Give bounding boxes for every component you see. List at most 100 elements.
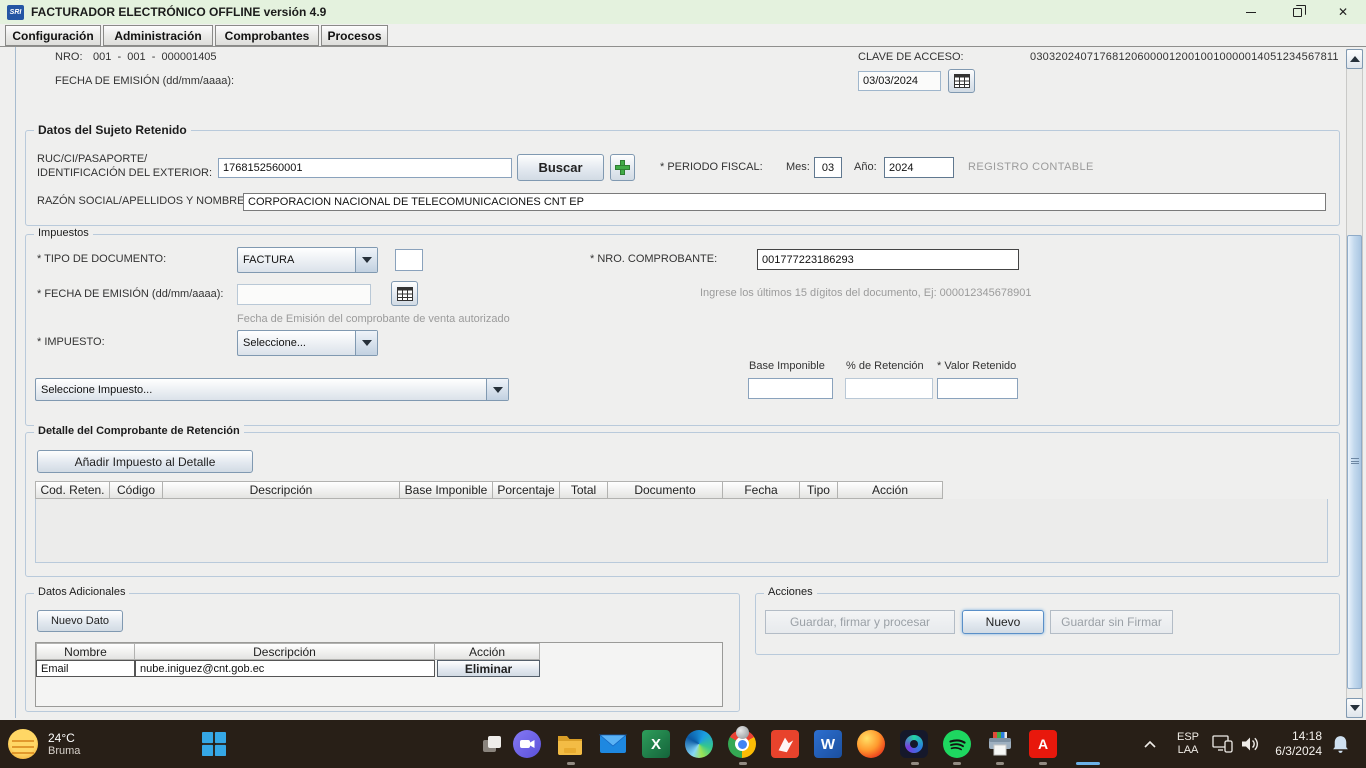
webex-icon bbox=[900, 730, 928, 758]
language-indicator[interactable]: ESP LAA bbox=[1170, 731, 1206, 757]
fecha-emision-impuesto-label: * FECHA DE EMISIÓN (dd/mm/aaaa): bbox=[37, 288, 223, 300]
base-imponible-input[interactable] bbox=[748, 378, 833, 399]
minimize-button[interactable] bbox=[1228, 0, 1274, 24]
column-header[interactable]: Fecha bbox=[723, 481, 800, 499]
fecha-emision-input[interactable]: 03/03/2024 bbox=[858, 71, 941, 91]
guardar-sin-firmar-button[interactable]: Guardar sin Firmar bbox=[1050, 610, 1173, 634]
task-view-button[interactable] bbox=[478, 730, 506, 758]
close-button[interactable]: ✕ bbox=[1320, 0, 1366, 24]
minimize-icon bbox=[1246, 12, 1256, 13]
excel-icon: X bbox=[642, 730, 670, 758]
plus-icon bbox=[615, 160, 630, 175]
razon-social-label: RAZÓN SOCIAL/APELLIDOS Y NOMBRES: bbox=[37, 195, 255, 207]
column-header[interactable]: Documento bbox=[608, 481, 723, 499]
printer-button[interactable] bbox=[986, 730, 1014, 758]
hint-fecha-emision: Fecha de Emisión del comprobante de vent… bbox=[237, 313, 510, 325]
anadir-impuesto-button[interactable]: Añadir Impuesto al Detalle bbox=[37, 450, 253, 473]
column-header[interactable]: Descripción bbox=[163, 481, 400, 499]
column-header[interactable]: Porcentaje bbox=[493, 481, 560, 499]
dato-descripcion-cell[interactable]: nube.iniguez@cnt.gob.ec bbox=[135, 660, 435, 677]
detalle-table-header: Cod. Reten. Código Descripción Base Impo… bbox=[35, 481, 1328, 499]
menu-procesos[interactable]: Procesos bbox=[321, 25, 388, 46]
acrobat-button[interactable]: A bbox=[1029, 730, 1057, 758]
file-explorer-button[interactable] bbox=[556, 730, 584, 758]
foxit-pdf-button[interactable] bbox=[771, 730, 799, 758]
nro-comprobante-input[interactable]: 001777223186293 bbox=[757, 249, 1019, 270]
menu-administracion[interactable]: Administración bbox=[103, 25, 213, 46]
mail-envelope-icon bbox=[599, 732, 627, 756]
column-header[interactable]: Nombre bbox=[36, 643, 135, 660]
guardar-firmar-procesar-button[interactable]: Guardar, firmar y procesar bbox=[765, 610, 955, 634]
scroll-down-button[interactable] bbox=[1346, 698, 1363, 718]
registro-contable-label: REGISTRO CONTABLE bbox=[968, 161, 1094, 173]
menu-configuracion[interactable]: Configuración bbox=[5, 25, 101, 46]
datos-adicionales-title: Datos Adicionales bbox=[34, 586, 129, 598]
chrome-button[interactable] bbox=[728, 730, 756, 758]
column-header[interactable]: Acción bbox=[435, 643, 540, 660]
nro-comprobante-label: * NRO. COMPROBANTE: bbox=[590, 253, 717, 265]
nuevo-button[interactable]: Nuevo bbox=[962, 610, 1044, 634]
buscar-button[interactable]: Buscar bbox=[517, 154, 604, 181]
documento-flag-box[interactable] bbox=[395, 249, 423, 271]
network-button[interactable] bbox=[1210, 733, 1236, 755]
column-header[interactable]: Acción bbox=[838, 481, 943, 499]
screen: SRI FACTURADOR ELECTRÓNICO OFFLINE versi… bbox=[0, 0, 1366, 768]
column-header[interactable]: Tipo bbox=[800, 481, 838, 499]
scrollbar-thumb[interactable] bbox=[1347, 235, 1362, 689]
nuevo-dato-button[interactable]: Nuevo Dato bbox=[37, 610, 123, 632]
column-header[interactable]: Descripción bbox=[135, 643, 435, 660]
chat-app-button[interactable] bbox=[513, 730, 541, 758]
notifications-button[interactable] bbox=[1328, 732, 1352, 756]
mail-app-button[interactable] bbox=[599, 732, 627, 756]
spotify-button[interactable] bbox=[943, 730, 971, 758]
impuesto-combo[interactable]: Seleccione... bbox=[237, 330, 378, 356]
eliminar-button[interactable]: Eliminar bbox=[437, 660, 540, 677]
impuestos-title: Impuestos bbox=[34, 227, 93, 239]
column-header[interactable]: Total bbox=[560, 481, 608, 499]
nro-value: 001 - 001 - 000001405 bbox=[93, 51, 217, 63]
excel-button[interactable]: X bbox=[642, 730, 670, 758]
weather-widget[interactable]: 24°C Bruma bbox=[8, 722, 188, 766]
ruc-input[interactable]: 1768152560001 bbox=[218, 158, 512, 178]
firefox-button[interactable] bbox=[857, 730, 885, 758]
mes-input[interactable]: 03 bbox=[814, 157, 842, 178]
add-sujeto-button[interactable] bbox=[610, 154, 635, 181]
edge-button[interactable] bbox=[685, 730, 713, 758]
clock-date: 6/3/2024 bbox=[1275, 744, 1322, 759]
word-icon: W bbox=[814, 730, 842, 758]
chevron-up-icon bbox=[1143, 739, 1157, 749]
word-button[interactable]: W bbox=[814, 730, 842, 758]
foxit-pdf-icon bbox=[771, 730, 799, 758]
hint-ultimos-digitos: Ingrese los últimos 15 dígitos del docum… bbox=[700, 287, 1031, 299]
taskbar: 24°C Bruma Búsqueda bbox=[0, 720, 1366, 768]
firefox-icon bbox=[857, 730, 885, 758]
column-header[interactable]: Base Imponible bbox=[400, 481, 493, 499]
anio-input[interactable]: 2024 bbox=[884, 157, 954, 178]
calendar-button-header[interactable] bbox=[948, 69, 975, 93]
calendar-button-impuesto[interactable] bbox=[391, 281, 418, 306]
menu-comprobantes[interactable]: Comprobantes bbox=[215, 25, 319, 46]
tipo-documento-combo[interactable]: FACTURA bbox=[237, 247, 378, 273]
porcentaje-retencion-input[interactable] bbox=[845, 378, 933, 399]
lang-line1: ESP bbox=[1177, 731, 1199, 744]
windows-logo-icon bbox=[202, 732, 226, 756]
clock-widget[interactable]: 14:18 6/3/2024 bbox=[1262, 729, 1322, 759]
anio-label: Año: bbox=[854, 161, 877, 173]
running-indicator bbox=[1039, 762, 1047, 765]
running-indicator bbox=[953, 762, 961, 765]
razon-social-input[interactable]: CORPORACION NACIONAL DE TELECOMUNICACION… bbox=[243, 193, 1326, 211]
tray-overflow-button[interactable] bbox=[1140, 734, 1160, 754]
network-display-icon bbox=[1212, 734, 1234, 754]
start-button[interactable] bbox=[200, 730, 228, 758]
webex-button[interactable] bbox=[900, 730, 928, 758]
restore-button[interactable] bbox=[1274, 0, 1320, 24]
dato-nombre-cell[interactable]: Email bbox=[36, 660, 135, 677]
running-indicator bbox=[996, 762, 1004, 765]
volume-button[interactable] bbox=[1238, 733, 1262, 755]
column-header[interactable]: Código bbox=[110, 481, 163, 499]
valor-retenido-input[interactable] bbox=[937, 378, 1018, 399]
impuesto-detalle-combo[interactable]: Seleccione Impuesto... bbox=[35, 378, 509, 401]
scroll-up-button[interactable] bbox=[1346, 49, 1363, 69]
fecha-emision-impuesto-input[interactable] bbox=[237, 284, 371, 305]
column-header[interactable]: Cod. Reten. bbox=[35, 481, 110, 499]
